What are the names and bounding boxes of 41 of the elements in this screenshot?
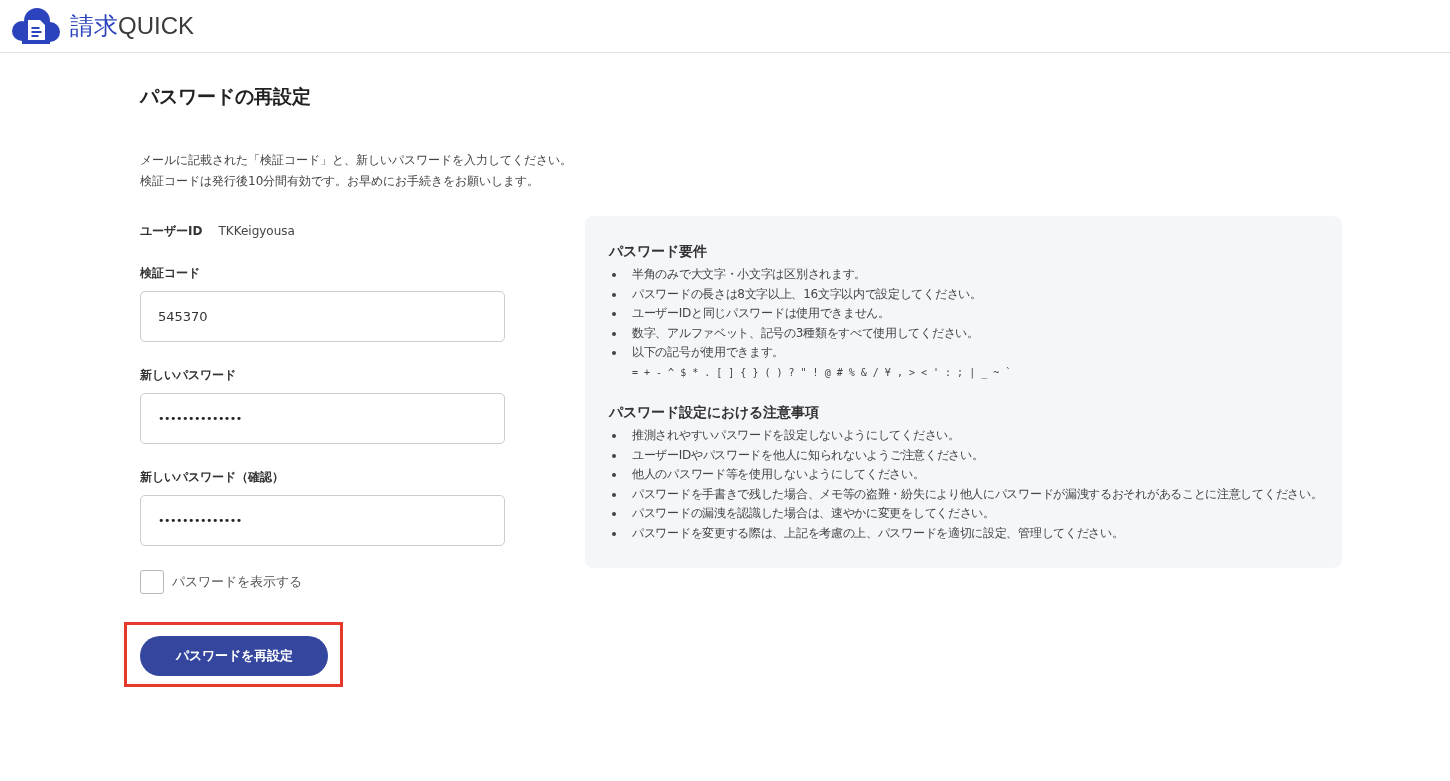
section-heading: パスワード設定における注意事項 bbox=[609, 403, 819, 422]
field-label: 新しいパスワード bbox=[140, 367, 236, 384]
bullet-icon bbox=[612, 312, 616, 316]
list-item-text: 数字、アルファベット、記号の3種類をすべて使用してください。 bbox=[632, 324, 979, 342]
bullet-icon bbox=[612, 492, 616, 497]
password-field[interactable]: •••••••••••••• bbox=[140, 393, 505, 444]
reset-password-button[interactable]: パスワードを再設定 bbox=[140, 636, 328, 676]
list-item-text: 他人のパスワード等を使用しないようにしてください。 bbox=[632, 466, 925, 483]
list-item-text: パスワードを変更する際は、上記を考慮の上、パスワードを適切に設定、管理してください。 bbox=[632, 524, 1124, 542]
list-item-text: 半角のみで大文字・小文字は区別されます。 bbox=[632, 266, 866, 283]
bullet-icon bbox=[612, 473, 616, 477]
instruction-text: 検証コードは発行後10分間有効です。お早めにお手続きをお願いします。 bbox=[140, 173, 540, 190]
list-item-text: 推測されやすいパスワードを設定しないようにしてください。 bbox=[632, 427, 960, 444]
user-id-label: ユーザーID bbox=[140, 222, 203, 240]
checkbox[interactable] bbox=[140, 570, 164, 594]
list-item-text: 以下の記号が使用できます。 bbox=[632, 344, 785, 361]
user-id-value: TKKeigyousa bbox=[218, 224, 295, 238]
list-item-text: ユーザーIDと同じパスワードは使用できません。 bbox=[632, 305, 890, 322]
bullet-icon bbox=[612, 531, 616, 536]
bullet-icon bbox=[612, 292, 616, 297]
logo-text: 請求QUICK bbox=[70, 12, 194, 40]
code-input-field[interactable]: 545370 bbox=[140, 291, 505, 342]
bullet-icon bbox=[612, 453, 616, 458]
bullet-icon bbox=[612, 351, 616, 355]
symbol-list: = + - ^ $ * . [ ] { } ( ) ? " ! @ # % & / ¥ , > < ' : ; | _ ~ ` bbox=[632, 362, 1012, 382]
bullet-icon bbox=[612, 331, 616, 336]
field-label: 検証コード bbox=[140, 265, 200, 282]
cloud-document-icon bbox=[12, 8, 60, 44]
bullet-icon bbox=[612, 512, 616, 516]
section-heading: パスワード要件 bbox=[609, 242, 707, 261]
instruction-text: メールに記載された「検証コード」と、新しいパスワードを入力してください。 bbox=[140, 152, 572, 169]
page-title: パスワードの再設定 bbox=[140, 84, 311, 108]
checkbox-label[interactable]: パスワードを表示する bbox=[172, 573, 302, 591]
list-item-text: パスワードの長さは8文字以上、16文字以内で設定してください。 bbox=[632, 285, 982, 303]
list-item-text: パスワードの漏洩を認識した場合は、速やかに変更をしてください。 bbox=[632, 505, 995, 522]
list-item-text: パスワードを手書きで残した場合、メモ等の盗難・紛失により他人にパスワードが漏洩するおそれがあることに注意してください。 bbox=[632, 485, 1323, 503]
password-field[interactable]: •••••••••••••• bbox=[140, 495, 505, 546]
field-label: 新しいパスワード（確認） bbox=[140, 469, 284, 486]
list-item-text: ユーザーIDやパスワードを他人に知られないようご注意ください。 bbox=[632, 446, 984, 464]
bullet-icon bbox=[612, 434, 616, 438]
bullet-icon bbox=[612, 273, 616, 277]
